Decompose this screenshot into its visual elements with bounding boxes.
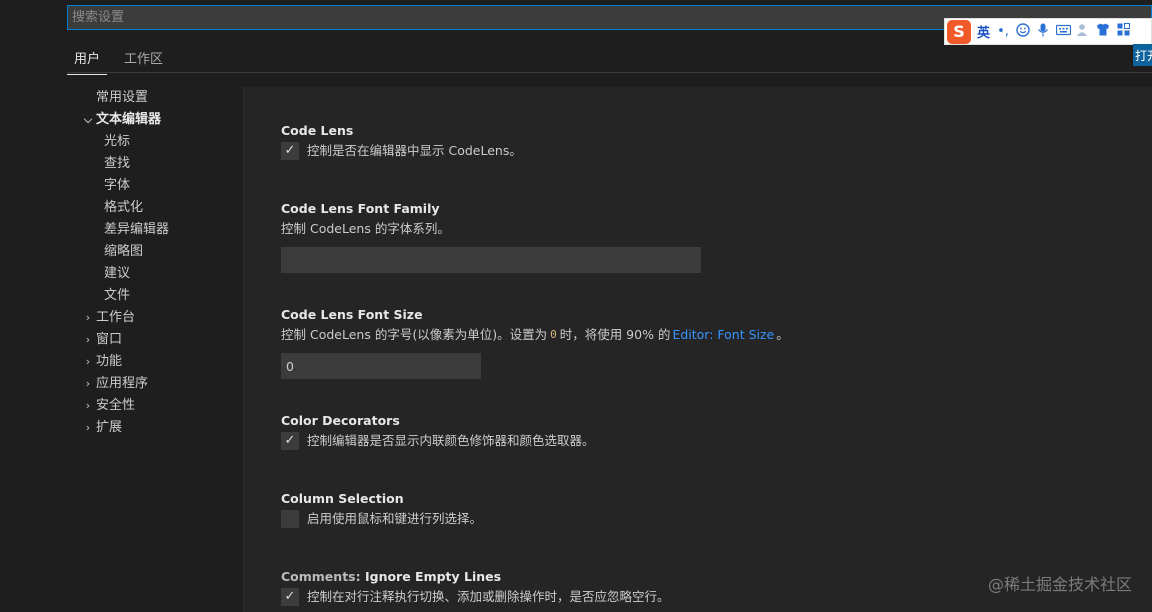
toc-item-formatting[interactable]: 格式化: [78, 197, 243, 219]
code-lens-font-family-input[interactable]: [281, 247, 701, 273]
setting-color-decorators: Color Decorators ✓ 控制编辑器是否显示内联颜色修饰器和颜色选取…: [281, 412, 1141, 452]
ime-logo-icon[interactable]: S: [947, 19, 971, 44]
toolbox-grid-icon[interactable]: [1116, 23, 1130, 40]
toc-label: 应用程序: [96, 376, 149, 391]
setting-description: 控制 CodeLens 的字体系列。: [281, 221, 450, 236]
chevron-right-icon: ›: [85, 333, 91, 346]
check-icon: ✓: [284, 589, 296, 604]
toc-item-minimap[interactable]: 缩略图: [78, 241, 243, 263]
toc-label: 查找: [104, 156, 131, 171]
setting-description: 控制 CodeLens 的字号(以像素为单位)。设置为 0 时，将使用 90% …: [281, 324, 1141, 346]
toc-item-cursor[interactable]: 光标: [78, 131, 243, 153]
tab-workspace[interactable]: 工作区: [117, 44, 170, 75]
toc-label: 功能: [96, 354, 123, 369]
toc-label: 文件: [104, 288, 131, 303]
check-icon: ✓: [284, 433, 296, 448]
setting-description: 控制是否在编辑器中显示 CodeLens。: [307, 143, 522, 158]
code-lens-font-size-input[interactable]: [281, 353, 481, 379]
header-divider: [67, 72, 1152, 73]
setting-description: 控制在对行注释执行切换、添加或删除操作时，是否应忽略空行。: [307, 589, 670, 604]
toc-label: 字体: [104, 178, 131, 193]
toc-label: 工作台: [96, 310, 136, 325]
setting-title: Color Decorators: [281, 413, 400, 428]
toc-label: 缩略图: [104, 244, 144, 259]
skin-shirt-icon[interactable]: [1096, 23, 1110, 40]
chevron-right-icon: ›: [85, 399, 91, 412]
toc-item-files[interactable]: 文件: [78, 285, 243, 307]
settings-list: Code Lens ✓ 控制是否在编辑器中显示 CodeLens。 Code L…: [244, 87, 1152, 612]
toc-label: 扩展: [96, 420, 123, 435]
toc-label: 光标: [104, 134, 131, 149]
setting-code-lens: Code Lens ✓ 控制是否在编辑器中显示 CodeLens。: [281, 122, 1141, 162]
ime-punctuation-icon[interactable]: •,: [996, 24, 1010, 39]
setting-title: Code Lens Font Size: [281, 307, 423, 322]
setting-checkbox-row: ✓ 控制编辑器是否显示内联颜色修饰器和颜色选取器。: [281, 430, 1141, 452]
setting-title: Code Lens: [281, 123, 354, 138]
toc-item-common[interactable]: 常用设置: [78, 87, 243, 109]
chevron-right-icon: ›: [85, 377, 91, 390]
watermark: @稀土掘金技术社区: [987, 575, 1132, 594]
setting-column-selection: Column Selection 启用使用鼠标和键进行列选择。: [281, 490, 1141, 530]
toc-label: 安全性: [96, 398, 136, 413]
setting-checkbox-row: 启用使用鼠标和键进行列选择。: [281, 508, 1141, 530]
setting-description: 启用使用鼠标和键进行列选择。: [307, 511, 483, 526]
toc-label: 窗口: [96, 332, 123, 347]
code-lens-checkbox[interactable]: ✓: [281, 142, 299, 160]
toc-label: 文本编辑器: [96, 112, 162, 127]
microphone-icon[interactable]: [1036, 23, 1050, 41]
ignore-empty-lines-checkbox[interactable]: ✓: [281, 588, 299, 606]
open-button[interactable]: 打开: [1133, 44, 1152, 66]
setting-description: 控制编辑器是否显示内联颜色修饰器和颜色选取器。: [307, 433, 595, 448]
column-selection-checkbox[interactable]: [281, 510, 299, 528]
description-text: 。: [776, 327, 789, 342]
chevron-right-icon: ›: [85, 421, 91, 434]
inline-code: 0: [550, 328, 557, 341]
description-text: 控制 CodeLens 的字号(以像素为单位)。设置为: [281, 327, 548, 342]
check-icon: ✓: [284, 143, 296, 158]
setting-checkbox-row: ✓ 控制是否在编辑器中显示 CodeLens。: [281, 140, 1141, 162]
user-manage-icon[interactable]: [1076, 23, 1090, 41]
smiley-icon[interactable]: [1016, 22, 1030, 41]
toc-item-extensions[interactable]: › 扩展: [78, 417, 243, 439]
settings-toc: 常用设置 ⌵ 文本编辑器 光标 查找 字体 格式化 差异编辑器 缩略图 建议 文件…: [78, 87, 243, 439]
setting-code-lens-font-size: Code Lens Font Size 控制 CodeLens 的字号(以像素为…: [281, 306, 1141, 379]
toc-item-features[interactable]: › 功能: [78, 351, 243, 373]
toc-item-workbench[interactable]: › 工作台: [78, 307, 243, 329]
toc-item-font[interactable]: 字体: [78, 175, 243, 197]
setting-code-lens-font-family: Code Lens Font Family 控制 CodeLens 的字体系列。: [281, 200, 1141, 273]
toc-item-window[interactable]: › 窗口: [78, 329, 243, 351]
toc-item-security[interactable]: › 安全性: [78, 395, 243, 417]
toc-item-text-editor[interactable]: ⌵ 文本编辑器: [78, 109, 243, 131]
setting-category: Comments:: [281, 569, 365, 584]
keyboard-icon[interactable]: [1055, 24, 1072, 40]
chevron-right-icon: ›: [85, 311, 91, 324]
toc-item-find[interactable]: 查找: [78, 153, 243, 175]
toc-item-application[interactable]: › 应用程序: [78, 373, 243, 395]
setting-title: Code Lens Font Family: [281, 201, 440, 216]
toc-label: 常用设置: [96, 90, 149, 105]
settings-scope-tabs: 用户 工作区: [67, 44, 170, 75]
toc-label: 格式化: [104, 200, 144, 215]
color-decorators-checkbox[interactable]: ✓: [281, 432, 299, 450]
description-text: 时，将使用 90% 的: [559, 327, 671, 342]
toc-label: 建议: [104, 266, 131, 281]
editor-font-size-link[interactable]: Editor: Font Size: [672, 324, 774, 346]
toc-label: 差异编辑器: [104, 222, 170, 237]
toc-item-suggestions[interactable]: 建议: [78, 263, 243, 285]
tab-user[interactable]: 用户: [67, 44, 108, 75]
ime-toolbar: S 英 •,: [944, 18, 1152, 45]
setting-name: Ignore Empty Lines: [364, 569, 502, 584]
setting-title: Column Selection: [281, 491, 404, 506]
search-input[interactable]: [72, 6, 932, 29]
chevron-down-icon: ⌵: [83, 113, 93, 126]
chevron-right-icon: ›: [85, 355, 91, 368]
ime-mode-label[interactable]: 英: [977, 22, 990, 41]
toc-item-diff-editor[interactable]: 差异编辑器: [78, 219, 243, 241]
